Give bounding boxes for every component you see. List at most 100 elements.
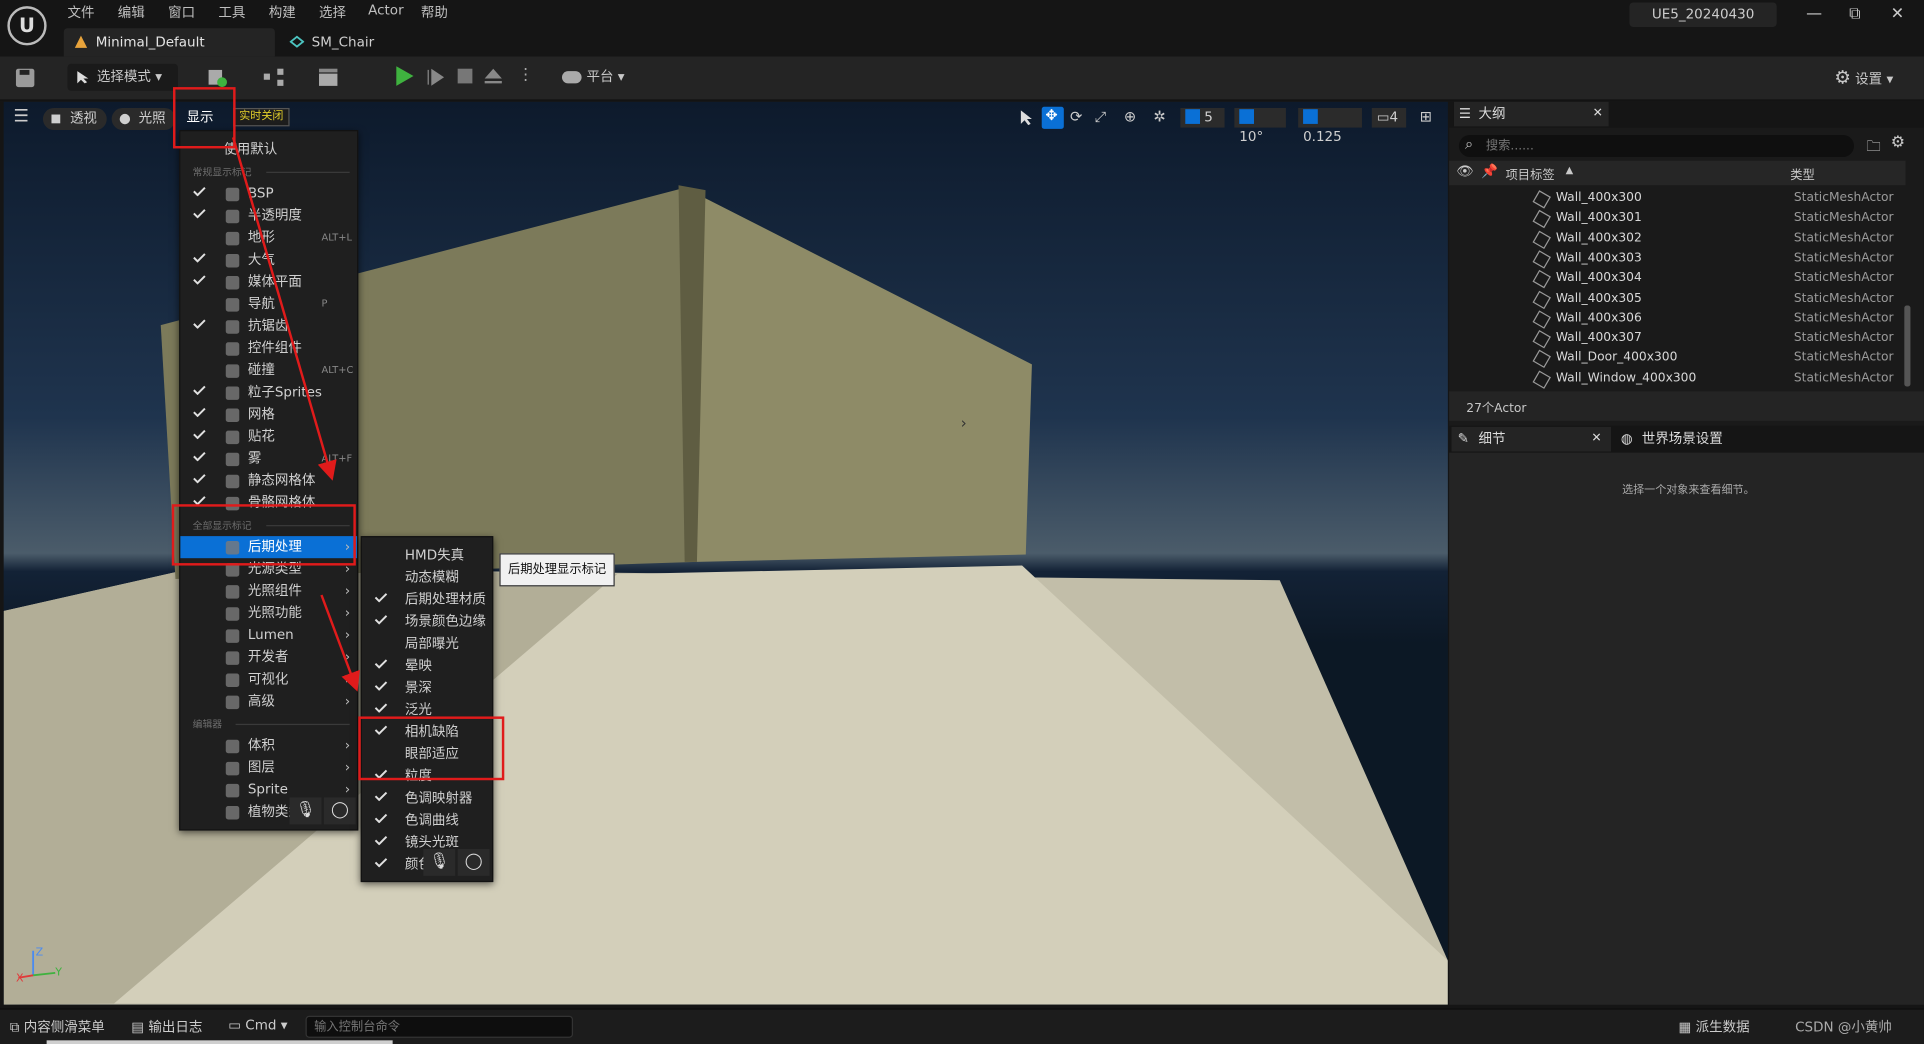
menu-item[interactable]: 晕映 (362, 655, 492, 677)
outliner-row[interactable]: Wall_400x306 StaticMeshActor (1449, 309, 1905, 329)
restore-button[interactable]: ⧉ (1849, 5, 1860, 23)
outliner-row[interactable]: Wall_400x301 StaticMeshActor (1449, 209, 1905, 229)
menu-item[interactable]: 光照组件 › (180, 580, 357, 602)
menu-select[interactable]: 选择 (319, 2, 346, 22)
menu-edit[interactable]: 编辑 (118, 2, 145, 22)
menu-item[interactable]: 地形 ALT+L (180, 227, 357, 249)
move-tool-button[interactable]: ✥ (1041, 106, 1064, 129)
scale-snap-toggle[interactable]: 0.125 (1298, 107, 1362, 145)
menu-item[interactable]: BSP (180, 183, 357, 205)
menu-item[interactable]: 高级 › (180, 691, 357, 713)
advance-frame-icon[interactable] (426, 67, 446, 87)
lit-dropdown[interactable]: ● 光照 (111, 107, 176, 131)
menu-item[interactable]: 场景颜色边缘 (362, 611, 492, 633)
outliner-row[interactable]: Wall_400x305 StaticMeshActor (1449, 289, 1905, 309)
stop-icon[interactable] (456, 67, 473, 84)
menu-item[interactable]: 色调映射器 (362, 788, 492, 810)
output-log-button[interactable]: ▤ 输出日志 (131, 1017, 202, 1037)
menu-item[interactable]: 贴花 (180, 426, 357, 448)
microphone-icon[interactable]: 🎙 (423, 848, 456, 876)
menu-tools[interactable]: 工具 (218, 2, 245, 22)
outliner-search[interactable]: ⌕ (1458, 134, 1854, 158)
tab-sm-chair[interactable]: SM_Chair (280, 28, 415, 56)
world-local-icon[interactable]: ⊕ (1124, 108, 1136, 125)
perspective-dropdown[interactable]: ◼ 透视 (42, 107, 107, 131)
pin-icon[interactable]: 📌 (1481, 163, 1498, 179)
outliner-row[interactable]: Wall_400x307 StaticMeshActor (1449, 329, 1905, 349)
menu-item[interactable]: 导航 P (180, 293, 357, 315)
grid-snap-toggle[interactable]: 5 (1180, 107, 1225, 128)
console-command-input[interactable] (305, 1015, 574, 1038)
menu-item[interactable]: 雾 ALT+F (180, 448, 357, 470)
menu-item[interactable]: 大气 (180, 249, 357, 271)
menu-item[interactable]: Lumen › (180, 624, 357, 646)
derived-data-button[interactable]: ▦ 派生数据 (1679, 1017, 1750, 1037)
play-icon[interactable] (396, 66, 414, 86)
menu-item[interactable]: 静态网格体 (180, 470, 357, 492)
menu-item[interactable]: 体积 › (180, 735, 357, 757)
gear-icon[interactable]: ⚙ (1891, 134, 1905, 152)
settings-dropdown[interactable]: ⚙ 设置 ▾ (1834, 64, 1908, 91)
col-label[interactable]: 项目标签 (1506, 164, 1555, 182)
microphone-icon[interactable]: 🎙 (289, 797, 322, 825)
tab-world-settings[interactable]: ◍ 世界场景设置 (1618, 427, 1802, 452)
select-mode-dropdown[interactable]: 选择模式 ▾ (67, 63, 178, 91)
blueprint-button[interactable] (263, 64, 300, 91)
select-tool-icon[interactable] (1018, 109, 1035, 126)
menu-item[interactable]: 景深 (362, 677, 492, 699)
rotate-icon[interactable]: ⟳ (1070, 108, 1082, 125)
refresh-icon[interactable]: ◯ (323, 797, 356, 825)
menu-item[interactable]: 碰撞 ALT+C (180, 359, 357, 381)
rotation-snap-toggle[interactable]: 10° (1234, 107, 1286, 145)
add-folder-icon[interactable]: 🗀 (1866, 135, 1881, 161)
menu-item[interactable]: 网格 (180, 404, 357, 426)
menu-item[interactable]: 开发者 › (180, 647, 357, 669)
menu-file[interactable]: 文件 (67, 2, 94, 22)
menu-build[interactable]: 构建 (269, 2, 296, 22)
layout-icon[interactable]: ⊞ (1420, 108, 1432, 125)
save-icon[interactable] (15, 67, 36, 88)
menu-actor[interactable]: Actor (368, 2, 404, 18)
outliner-row[interactable]: Wall_Door_400x300 StaticMeshActor (1449, 349, 1905, 369)
scale-icon[interactable]: ⤢ (1094, 108, 1106, 126)
minimize-button[interactable]: — (1806, 5, 1822, 23)
unreal-logo[interactable]: U (7, 6, 47, 46)
content-drawer-button[interactable]: ⧉ 内容侧滑菜单 (10, 1017, 105, 1037)
cmd-dropdown[interactable]: ▭ Cmd ▾ (228, 1017, 287, 1033)
realtime-off-badge[interactable]: 实时关闭 (233, 107, 290, 127)
menu-item[interactable]: 抗锯齿 (180, 315, 357, 337)
menu-item[interactable]: 局部曝光 (362, 633, 492, 655)
tab-minimal-default[interactable]: Minimal_Default (63, 28, 275, 57)
close-button[interactable]: ✕ (1891, 5, 1904, 23)
outliner-row[interactable]: Wall_400x300 StaticMeshActor (1449, 189, 1905, 209)
tab-details[interactable]: ✎ 细节 ✕ (1451, 426, 1612, 452)
menu-window[interactable]: 窗口 (168, 2, 195, 22)
tab-outliner[interactable]: ☰ 大纲 ✕ (1453, 101, 1609, 127)
more-options-icon[interactable]: ⋮ (518, 66, 534, 84)
outliner-row[interactable]: Wall_400x302 StaticMeshActor (1449, 229, 1905, 249)
hamburger-menu-icon[interactable]: ☰ (13, 107, 28, 127)
outliner-scrollbar[interactable] (1904, 305, 1911, 387)
menu-item[interactable]: 媒体平面 (180, 271, 357, 293)
cinematics-button[interactable] (318, 64, 355, 91)
menu-item[interactable]: HMD失真 (362, 545, 492, 567)
menu-help[interactable]: 帮助 (421, 2, 448, 22)
close-icon[interactable]: ✕ (1593, 102, 1603, 127)
menu-item[interactable]: 图层 › (180, 757, 357, 779)
menu-item[interactable]: 控件组件 (180, 337, 357, 359)
refresh-icon[interactable]: ◯ (457, 848, 490, 876)
camera-speed-button[interactable]: ▭4 (1371, 107, 1407, 128)
search-input[interactable] (1485, 137, 1842, 155)
surface-snap-icon[interactable]: ✲ (1153, 108, 1165, 125)
close-icon[interactable]: ✕ (1591, 427, 1601, 452)
menu-item[interactable]: 粒子Sprites (180, 382, 357, 404)
menu-item[interactable]: 色调曲线 (362, 810, 492, 832)
outliner-row[interactable]: Wall_Window_400x300 StaticMeshActor (1449, 369, 1905, 389)
outliner-row[interactable]: Wall_400x304 StaticMeshActor (1449, 269, 1905, 289)
menu-item[interactable]: 光照功能 › (180, 602, 357, 624)
menu-item[interactable]: 后期处理材质 (362, 589, 492, 611)
platforms-dropdown[interactable]: 平台 ▾ (561, 64, 635, 91)
eject-icon[interactable] (483, 66, 503, 86)
eye-icon[interactable]: 👁 (1456, 163, 1473, 179)
menu-item[interactable]: 可视化 › (180, 669, 357, 691)
